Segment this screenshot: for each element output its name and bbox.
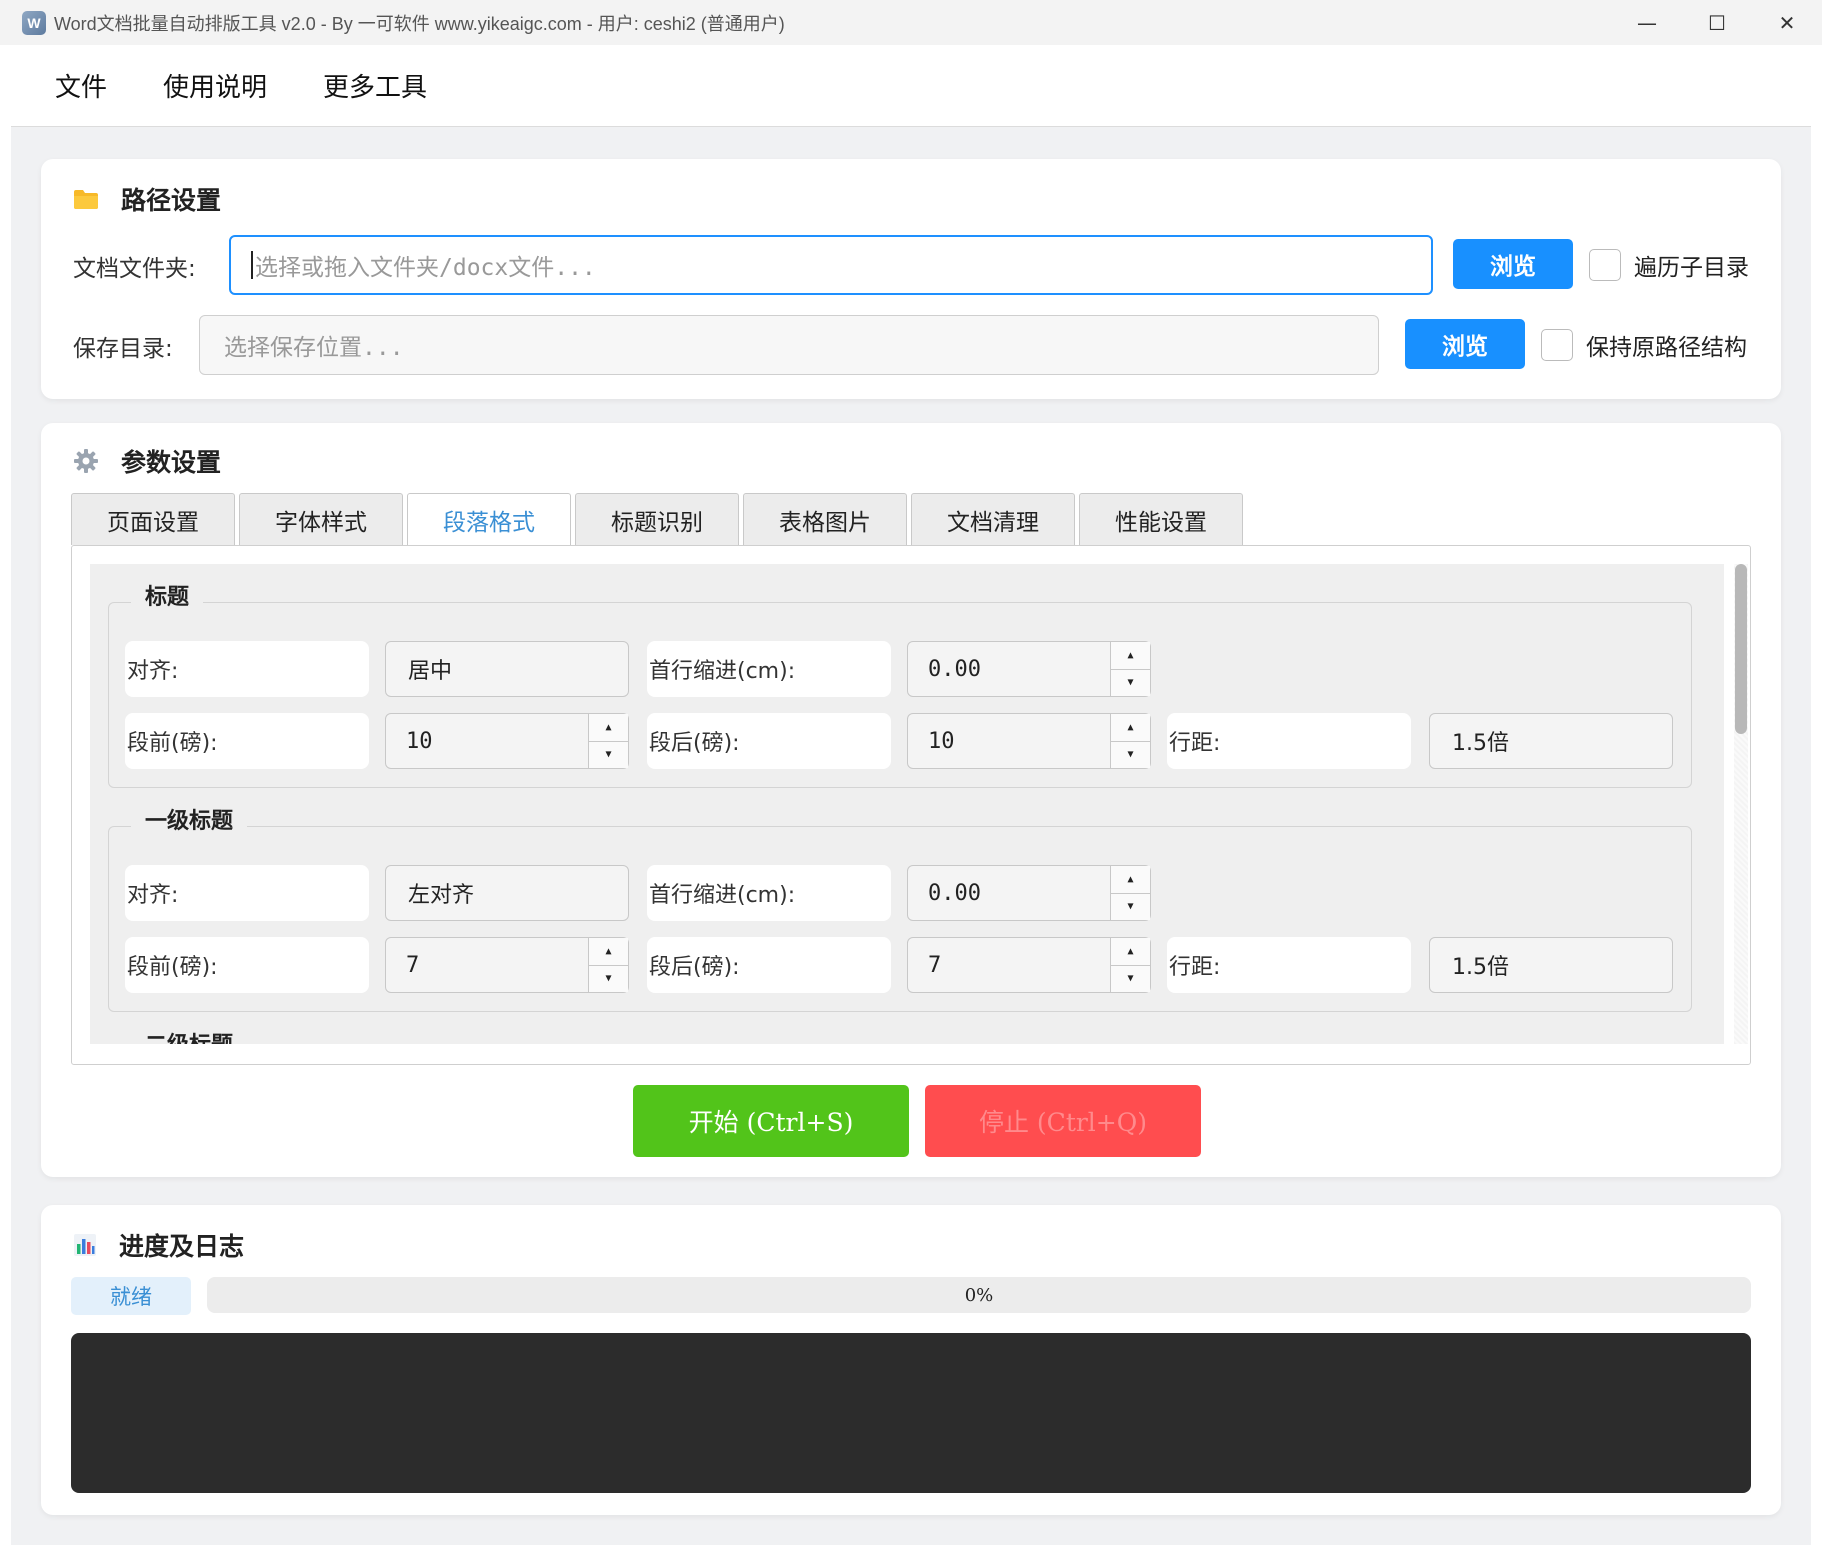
scroll-area: 标题 对齐: 居中 首行缩进(cm): 0.00 ▲ ▼ 段前(磅): 10 ▲ ▼… [90,564,1724,1044]
folder-icon [73,188,99,210]
scroll-thumb[interactable] [1735,564,1747,734]
group-title: 标题 对齐: 居中 首行缩进(cm): 0.00 ▲ ▼ 段前(磅): 10 ▲ ▼… [108,579,1692,788]
after-spinbox[interactable]: 7 ▲ ▼ [907,937,1151,993]
keep-structure-label: 保持原路径结构 [1586,335,1747,361]
checkbox-box[interactable] [1589,249,1621,281]
menu-more-tools[interactable]: 更多工具 [323,67,427,104]
browse-save-button[interactable]: 浏览 [1405,319,1525,369]
spin-up-icon[interactable]: ▲ [1111,642,1150,670]
after-value: 10 [928,728,955,754]
recurse-subdirs-label: 遍历子目录 [1634,255,1749,281]
spin-up-icon[interactable]: ▲ [1111,866,1150,894]
before-label: 段前(磅): [125,713,369,769]
before-value: 7 [406,952,420,978]
before-spinbox[interactable]: 7 ▲ ▼ [385,937,629,993]
save-dir-label: 保存目录: [73,336,173,362]
group-title-label: 一级标题 [131,803,248,835]
path-settings-card: 路径设置 文档文件夹: 选择或拖入文件夹/docx文件... 浏览 遍历子目录 … [41,159,1781,399]
spin-down-icon[interactable]: ▼ [589,741,628,768]
recurse-subdirs-checkbox[interactable]: 遍历子目录 [1589,248,1749,282]
start-button[interactable]: 开始 (Ctrl+S) [633,1085,909,1157]
indent-value: 0.00 [928,880,981,906]
log-output[interactable] [71,1333,1751,1493]
spin-up-icon[interactable]: ▲ [1111,714,1150,742]
align-label: 对齐: [125,641,369,697]
maximize-button[interactable]: ☐ [1682,0,1752,45]
spin-up-icon[interactable]: ▲ [589,714,628,742]
after-label: 段后(磅): [647,937,891,993]
progress-bar: 0% [207,1277,1751,1313]
spin-down-icon[interactable]: ▼ [1111,669,1150,696]
param-settings-title: 参数设置 [73,443,221,479]
main-window: 文件 使用说明 更多工具 路径设置 文档文件夹: 选择或拖入文件夹/docx文件… [11,45,1811,1545]
progress-log-card: 进度及日志 就绪 0% [41,1205,1781,1515]
align-combo[interactable]: 左对齐 [385,865,629,921]
spacing-label: 行距: [1167,713,1411,769]
doc-folder-input[interactable]: 选择或拖入文件夹/docx文件... [229,235,1433,295]
spacing-combo[interactable]: 1.5倍 [1429,713,1673,769]
close-button[interactable]: ✕ [1752,0,1822,45]
spin-down-icon[interactable]: ▼ [1111,741,1150,768]
path-settings-heading: 路径设置 [121,186,222,215]
window-title: Word文档批量自动排版工具 v2.0 - By 一可软件 www.yikeai… [54,13,785,34]
group-title-label: 二级标题 [131,1027,248,1044]
progress-text: 0% [964,1284,994,1306]
after-label: 段后(磅): [647,713,891,769]
tab-heading-detect[interactable]: 标题识别 [575,493,739,545]
param-tabs: 页面设置 字体样式 段落格式 标题识别 表格图片 文档清理 性能设置 [71,493,1247,546]
paragraph-format-panel: 标题 对齐: 居中 首行缩进(cm): 0.00 ▲ ▼ 段前(磅): 10 ▲ ▼… [71,545,1751,1065]
tab-paragraph-format[interactable]: 段落格式 [407,493,571,546]
before-label: 段前(磅): [125,937,369,993]
status-badge: 就绪 [71,1277,191,1315]
checkbox-box[interactable] [1541,329,1573,361]
spin-down-icon[interactable]: ▼ [589,965,628,992]
tab-font-style[interactable]: 字体样式 [239,493,403,545]
spin-up-icon[interactable]: ▲ [589,938,628,966]
menu-help[interactable]: 使用说明 [163,67,267,104]
browse-folder-button[interactable]: 浏览 [1453,239,1573,289]
tab-table-image[interactable]: 表格图片 [743,493,907,545]
indent-label: 首行缩进(cm): [647,641,891,697]
group-heading-1: 一级标题 对齐: 左对齐 首行缩进(cm): 0.00 ▲ ▼ 段前(磅): 7 … [108,803,1692,1012]
spin-up-icon[interactable]: ▲ [1111,938,1150,966]
menu-file[interactable]: 文件 [55,67,107,104]
indent-label: 首行缩进(cm): [647,865,891,921]
doc-folder-label: 文档文件夹: [73,256,196,282]
app-icon: W [22,10,46,35]
indent-value: 0.00 [928,656,981,682]
align-label: 对齐: [125,865,369,921]
after-spinbox[interactable]: 10 ▲ ▼ [907,713,1151,769]
tab-performance[interactable]: 性能设置 [1079,493,1243,545]
scrollbar[interactable] [1734,564,1748,1044]
menu-bar: 文件 使用说明 更多工具 [11,45,1811,127]
tab-page-setup[interactable]: 页面设置 [71,493,235,545]
after-value: 7 [928,952,942,978]
indent-spinbox[interactable]: 0.00 ▲ ▼ [907,865,1151,921]
tab-doc-cleanup[interactable]: 文档清理 [911,493,1075,545]
bar-chart-icon [73,1233,97,1257]
stop-button[interactable]: 停止 (Ctrl+Q) [925,1085,1201,1157]
spin-down-icon[interactable]: ▼ [1111,965,1150,992]
progress-log-title: 进度及日志 [73,1227,244,1263]
path-settings-title: 路径设置 [73,181,221,217]
save-dir-input[interactable]: 选择保存位置... [199,315,1379,375]
indent-spinbox[interactable]: 0.00 ▲ ▼ [907,641,1151,697]
param-settings-card: 参数设置 页面设置 字体样式 段落格式 标题识别 表格图片 文档清理 性能设置 … [41,423,1781,1177]
before-value: 10 [406,728,433,754]
minimize-button[interactable]: — [1612,0,1682,45]
before-spinbox[interactable]: 10 ▲ ▼ [385,713,629,769]
group-title-label: 标题 [131,579,204,611]
spacing-label: 行距: [1167,937,1411,993]
align-combo[interactable]: 居中 [385,641,629,697]
spin-down-icon[interactable]: ▼ [1111,893,1150,920]
spacing-combo[interactable]: 1.5倍 [1429,937,1673,993]
keep-structure-checkbox[interactable]: 保持原路径结构 [1541,328,1747,362]
title-bar: W Word文档批量自动排版工具 v2.0 - By 一可软件 www.yike… [0,0,1822,45]
param-settings-heading: 参数设置 [121,448,222,477]
progress-log-heading: 进度及日志 [119,1232,245,1261]
gear-icon [73,448,99,474]
